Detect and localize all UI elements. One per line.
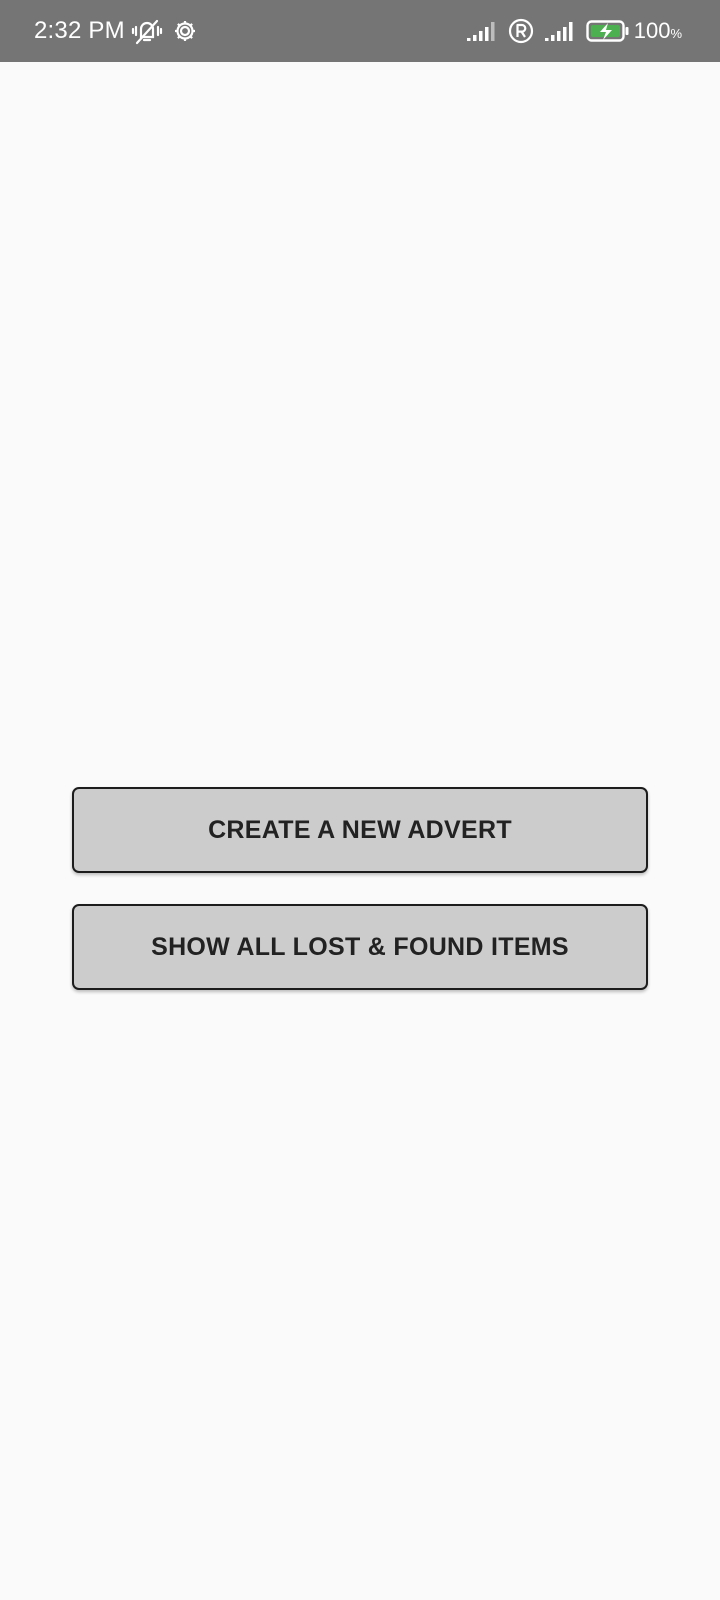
create-advert-button[interactable]: CREATE A NEW ADVERT xyxy=(72,787,648,873)
status-bar: 2:32 PM 100% xyxy=(0,0,720,62)
roaming-icon xyxy=(508,18,534,44)
status-left: 2:32 PM xyxy=(34,0,197,62)
battery-charging-icon xyxy=(586,19,630,43)
status-right: 100% xyxy=(466,0,682,62)
vibrate-off-icon xyxy=(131,17,163,45)
signal-icon xyxy=(466,20,498,42)
main-content: CREATE A NEW ADVERT SHOW ALL LOST & FOUN… xyxy=(0,62,720,1600)
settings-gear-icon xyxy=(173,19,197,43)
battery-level: 100% xyxy=(633,18,682,43)
signal-icon xyxy=(544,20,576,42)
status-time: 2:32 PM xyxy=(34,17,125,44)
show-lost-found-items-button[interactable]: SHOW ALL LOST & FOUND ITEMS xyxy=(72,904,648,990)
